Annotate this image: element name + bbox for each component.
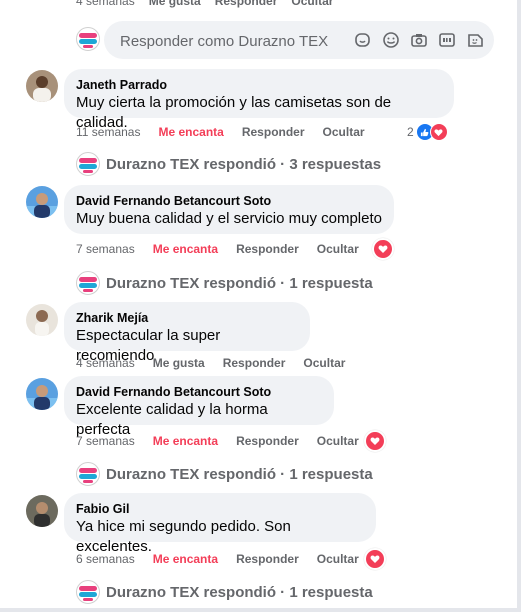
- comment-time: 4 semanas: [76, 0, 135, 8]
- replies-text[interactable]: Durazno TEX respondió · 1 respuesta: [106, 275, 373, 292]
- commenter-name[interactable]: Fabio Gil: [76, 501, 364, 517]
- view-replies-link[interactable]: Durazno TEX respondió · 3 respuestas: [76, 152, 381, 176]
- replies-text[interactable]: Durazno TEX respondió · 1 respuesta: [106, 584, 373, 601]
- love-button[interactable]: Me encanta: [153, 434, 218, 448]
- sticker-icon[interactable]: [354, 31, 372, 49]
- commenter-name[interactable]: Janeth Parrado: [76, 77, 442, 93]
- emoji-icon[interactable]: [382, 31, 400, 49]
- reply-button[interactable]: Responder: [236, 242, 299, 256]
- love-reaction-icon[interactable]: [364, 430, 386, 452]
- view-replies-link[interactable]: Durazno TEX respondió · 1 respuesta: [76, 580, 373, 604]
- commenter-avatar[interactable]: [26, 186, 58, 218]
- like-button[interactable]: Me gusta: [149, 0, 201, 8]
- comment-text: Muy buena calidad y el servicio muy comp…: [76, 210, 382, 227]
- commenter-avatar[interactable]: [26, 70, 58, 102]
- love-button[interactable]: Me encanta: [153, 552, 218, 566]
- love-button[interactable]: Me encanta: [158, 125, 223, 139]
- comment-time[interactable]: 4 semanas: [76, 356, 135, 370]
- replies-text[interactable]: Durazno TEX respondió · 3 respuestas: [106, 156, 381, 173]
- comment-actions: 7 semanas Me encanta Responder Ocultar: [76, 434, 359, 448]
- commenter-name[interactable]: David Fernando Betancourt Soto: [76, 384, 322, 400]
- commenter-avatar[interactable]: [26, 304, 58, 336]
- reply-button[interactable]: Responder: [215, 0, 278, 8]
- comment-bubble: Janeth Parrado Muy cierta la promoción y…: [64, 69, 454, 131]
- commenter-name[interactable]: Zharik Mejía: [76, 310, 298, 326]
- love-reaction-icon: [429, 123, 448, 141]
- replies-text[interactable]: Durazno TEX respondió · 1 respuesta: [106, 466, 373, 483]
- hide-button[interactable]: Ocultar: [291, 0, 333, 8]
- hide-button[interactable]: Ocultar: [303, 356, 345, 370]
- comment-text: Ya hice mi segundo pedido. Son excelente…: [76, 518, 291, 555]
- comment-time[interactable]: 7 semanas: [76, 242, 135, 256]
- reply-input[interactable]: [118, 30, 342, 52]
- reaction-summary[interactable]: 2: [407, 123, 448, 141]
- page-avatar: [76, 271, 100, 295]
- reaction-count: 2: [407, 125, 414, 139]
- commenter-avatar[interactable]: [26, 378, 58, 410]
- hide-button[interactable]: Ocultar: [317, 242, 359, 256]
- comment-time[interactable]: 11 semanas: [76, 125, 140, 139]
- hide-button[interactable]: Ocultar: [317, 434, 359, 448]
- reply-composer[interactable]: [104, 21, 494, 59]
- comment-bubble: Fabio Gil Ya hice mi segundo pedido. Son…: [64, 493, 376, 555]
- hide-button[interactable]: Ocultar: [317, 552, 359, 566]
- commenter-avatar[interactable]: [26, 495, 58, 527]
- reply-button[interactable]: Responder: [236, 552, 299, 566]
- comment-bubble: David Fernando Betancourt Soto Muy buena…: [64, 185, 394, 234]
- reply-button[interactable]: Responder: [223, 356, 286, 370]
- top-comment-actions: 4 semanas Me gusta Responder Ocultar: [76, 0, 333, 8]
- camera-icon[interactable]: [410, 31, 428, 49]
- reply-button[interactable]: Responder: [236, 434, 299, 448]
- love-reaction-icon[interactable]: [372, 238, 394, 260]
- view-replies-link[interactable]: Durazno TEX respondió · 1 respuesta: [76, 462, 373, 486]
- comment-actions: 6 semanas Me encanta Responder Ocultar: [76, 552, 359, 566]
- view-replies-link[interactable]: Durazno TEX respondió · 1 respuesta: [76, 271, 373, 295]
- page-avatar: [76, 27, 100, 51]
- hide-button[interactable]: Ocultar: [323, 125, 365, 139]
- comment-bubble: Zharik Mejía Espectacular la super recom…: [64, 302, 310, 364]
- bottom-border: [0, 608, 521, 612]
- avatar-sticker-icon[interactable]: [466, 31, 484, 49]
- page-avatar: [76, 580, 100, 604]
- comment-bubble: David Fernando Betancourt Soto Excelente…: [64, 376, 334, 438]
- like-button[interactable]: Me gusta: [153, 356, 205, 370]
- love-button[interactable]: Me encanta: [153, 242, 218, 256]
- comment-actions: 11 semanas Me encanta Responder Ocultar: [76, 125, 365, 139]
- comment-time[interactable]: 6 semanas: [76, 552, 135, 566]
- comment-actions: 4 semanas Me gusta Responder Ocultar: [76, 356, 345, 370]
- comment-time[interactable]: 7 semanas: [76, 434, 135, 448]
- love-reaction-icon[interactable]: [364, 548, 386, 570]
- commenter-name[interactable]: David Fernando Betancourt Soto: [76, 193, 382, 209]
- gif-icon[interactable]: [438, 31, 456, 49]
- page-avatar: [76, 152, 100, 176]
- reply-button[interactable]: Responder: [242, 125, 305, 139]
- page-avatar: [76, 462, 100, 486]
- comment-actions: 7 semanas Me encanta Responder Ocultar: [76, 242, 359, 256]
- right-border: [517, 0, 521, 612]
